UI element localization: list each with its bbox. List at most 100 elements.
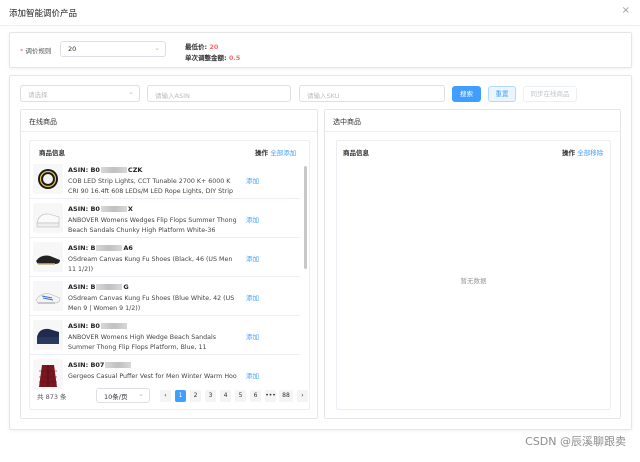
add-link[interactable]: 添加 — [246, 331, 259, 341]
asin-text: ASIN: B A6 — [68, 244, 133, 252]
masked-asin — [100, 206, 127, 212]
add-link[interactable]: 添加 — [246, 292, 259, 302]
asin-prefix: B0 — [90, 205, 100, 213]
page-3[interactable]: 3 — [205, 390, 216, 402]
page-5[interactable]: 5 — [235, 390, 246, 402]
reset-button[interactable]: 重置 — [488, 86, 516, 102]
masked-asin — [100, 167, 127, 173]
product-image — [33, 164, 63, 194]
product-title: OSdream Canvas Kung Fu Shoes (Blue White… — [68, 295, 235, 312]
max-adjust-value: 0.5 — [228, 54, 241, 62]
product-image — [33, 281, 63, 311]
page-2[interactable]: 2 — [190, 390, 201, 402]
table-row: ASIN: B0 ANBOVER Womens High Wedge Beach… — [30, 316, 300, 355]
page-last[interactable]: 88 — [279, 390, 293, 402]
max-adjust-label: 单次调整金额: — [185, 54, 227, 62]
asin-input[interactable]: 请输入ASIN — [147, 85, 291, 102]
add-link[interactable]: 添加 — [246, 214, 259, 224]
table-row: ASIN: B G OSdream Canvas Kung Fu Shoes (B… — [30, 277, 300, 316]
remove-all-link[interactable]: 全部移除 — [577, 149, 603, 157]
dialog-header: 添加智能调价产品 × — [0, 0, 640, 26]
min-price-label: 最低价: — [185, 43, 208, 51]
product-image — [33, 203, 63, 233]
col-product-info: 商品信息 — [343, 149, 369, 157]
page-6[interactable]: 6 — [250, 390, 261, 402]
divider — [21, 131, 317, 132]
next-page-button[interactable]: › — [297, 390, 308, 402]
page-size-value: 10条/页 — [104, 393, 128, 401]
table-row: ASIN: B0 CZK COB LED Strip Lights, CCT Tu… — [30, 160, 300, 199]
page-1[interactable]: 1 — [175, 390, 186, 402]
add-product-dialog: 添加智能调价产品 × * 调价规则 20 ⌄ 最低价: 20 单次调整金额: 0… — [0, 0, 640, 462]
selected-products-table: 商品信息 操作 全部移除 暂无数据 — [336, 140, 611, 410]
sku-input-placeholder: 请输入SKU — [307, 92, 340, 100]
rule-select[interactable]: 20 ⌄ — [60, 41, 166, 57]
table-scrollbar[interactable] — [304, 166, 307, 269]
asin-suffix: A6 — [123, 244, 133, 252]
sync-online-button[interactable]: 同步在线商品 — [523, 86, 577, 102]
selected-products-title: 选中商品 — [333, 118, 361, 126]
rule-select-value: 20 — [68, 45, 77, 53]
search-button[interactable]: 搜索 — [452, 86, 481, 102]
prev-page-button[interactable]: ‹ — [160, 390, 171, 402]
max-adjust: 单次调整金额: 0.5 — [185, 52, 240, 62]
asin-label: ASIN: — [68, 205, 89, 213]
chevron-down-icon: ⌄ — [154, 44, 160, 52]
divider — [325, 131, 620, 132]
add-link[interactable]: 添加 — [246, 253, 259, 263]
product-title: Gergeos Casual Puffer Vest for Men Winte… — [68, 373, 237, 380]
masked-asin — [96, 284, 123, 290]
rule-label: * 调价规则 — [20, 45, 51, 55]
asin-prefix: B07 — [90, 361, 105, 369]
asin-text: ASIN: B0 CZK — [68, 166, 142, 174]
asin-label: ASIN: — [68, 283, 89, 291]
add-link[interactable]: 添加 — [246, 370, 259, 380]
page-ellipsis[interactable]: ••• — [265, 390, 276, 402]
asin-suffix: X — [127, 205, 133, 213]
table-row: ASIN: B0 X ANBOVER Womens Wedges Flip Flo… — [30, 199, 300, 238]
col-operation: 操作 全部添加 — [255, 147, 296, 157]
product-title: COB LED Strip Lights, CCT Tunable 2700 K… — [68, 178, 233, 195]
asin-text: ASIN: B07 — [68, 361, 132, 369]
empty-state: 暂无数据 — [460, 277, 487, 285]
add-all-link[interactable]: 全部添加 — [270, 149, 296, 157]
asin-label: ASIN: — [68, 322, 89, 330]
filter-select[interactable]: 请选择 ⌄ — [20, 85, 140, 102]
sku-input[interactable]: 请输入SKU — [299, 85, 445, 102]
product-image — [33, 359, 63, 389]
table-row: ASIN: B07 Gergeos Casual Puffer Vest for… — [30, 355, 300, 391]
required-mark: * — [20, 47, 24, 55]
asin-prefix: B0 — [90, 166, 100, 174]
min-price: 最低价: 20 — [185, 41, 218, 51]
asin-label: ASIN: — [68, 361, 89, 369]
asin-label: ASIN: — [68, 244, 89, 252]
asin-text: ASIN: B G — [68, 283, 129, 291]
watermark: CSDN @辰溪聊跟卖 — [525, 435, 626, 448]
product-image — [33, 242, 63, 272]
selected-products-panel: 选中商品 商品信息 操作 全部移除 暂无数据 — [324, 109, 621, 419]
asin-suffix: G — [123, 283, 129, 291]
product-title: OSdream Canvas Kung Fu Shoes (Black, 46 … — [68, 256, 233, 273]
table-row: ASIN: B A6 OSdream Canvas Kung Fu Shoes (… — [30, 238, 300, 277]
col-product-info: 商品信息 — [39, 149, 65, 157]
page-4[interactable]: 4 — [220, 390, 231, 402]
online-products-table: 商品信息 操作 全部添加 ASIN: B0 CZK COB LED Strip L… — [29, 140, 310, 410]
col-operation-label: 操作 — [562, 149, 575, 157]
product-title: ANBOVER Womens Wedges Flip Flops Summer … — [68, 217, 237, 234]
masked-asin — [96, 245, 123, 251]
asin-text: ASIN: B0 — [68, 322, 128, 330]
product-selection-section: 请选择 ⌄ 请输入ASIN 请输入SKU 搜索 重置 同步在线商品 在线商品 商… — [9, 75, 632, 430]
page-size-select[interactable]: 10条/页 ⌄ — [96, 388, 150, 403]
add-link[interactable]: 添加 — [246, 175, 259, 185]
asin-suffix: CZK — [127, 166, 143, 174]
product-image — [33, 320, 63, 350]
asin-input-placeholder: 请输入ASIN — [155, 92, 190, 100]
close-icon[interactable]: × — [622, 5, 630, 16]
asin-prefix: B — [90, 283, 96, 291]
rule-section: * 调价规则 20 ⌄ 最低价: 20 单次调整金额: 0.5 — [9, 32, 632, 68]
masked-asin — [105, 362, 132, 368]
col-operation-label: 操作 — [255, 149, 268, 157]
min-price-value: 20 — [209, 43, 219, 51]
chevron-down-icon: ⌄ — [128, 88, 134, 96]
dialog-title: 添加智能调价产品 — [9, 9, 78, 19]
